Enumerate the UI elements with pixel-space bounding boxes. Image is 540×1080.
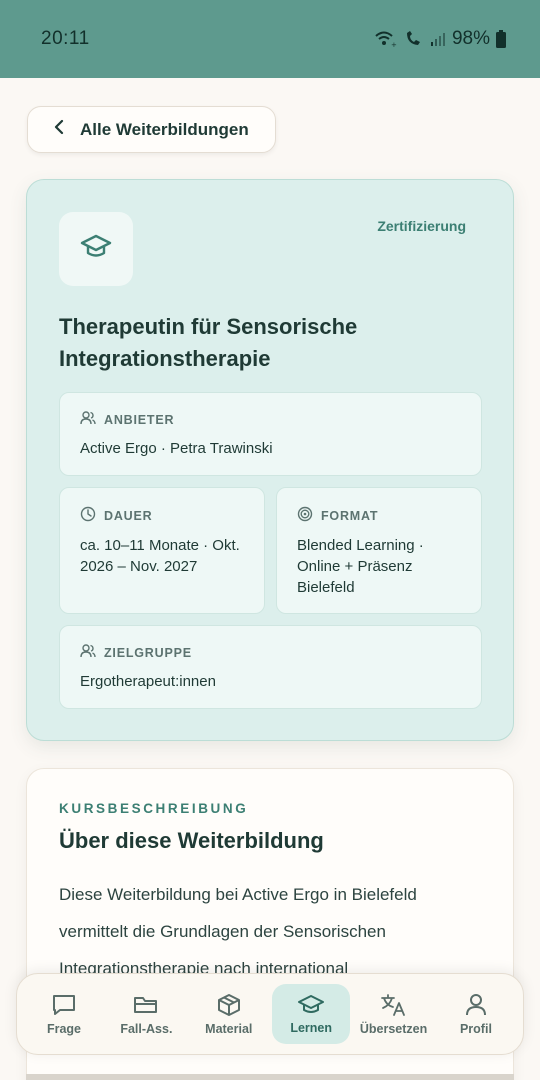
provider-label: ANBIETER — [104, 412, 175, 427]
nav-label: Fall-Ass. — [120, 1021, 173, 1036]
users-icon — [80, 644, 96, 661]
nav-label: Material — [205, 1021, 253, 1036]
duration-label: DAUER — [104, 508, 153, 523]
clock-icon — [80, 506, 96, 525]
description-text: Diese Weiterbildung bei Active Ergo in B… — [59, 885, 417, 978]
course-title: Therapeutin für Sensorische Integrations… — [59, 314, 358, 371]
chevron-left-icon — [54, 119, 64, 140]
format-value: Blended Learning · Online + Präsenz Biel… — [297, 537, 424, 596]
nav-item-fall-ass[interactable]: Fall-Ass. — [107, 984, 185, 1044]
provider-box: ANBIETER Active Ergo · Petra Trawinski — [59, 392, 482, 476]
provider-value: Active Ergo · Petra Trawinski — [80, 440, 273, 457]
box-icon — [216, 993, 242, 1017]
description-eyebrow: KURSBESCHREIBUNG — [59, 801, 249, 816]
bottom-nav: Frage Fall-Ass. Material Lernen Übersetz… — [16, 973, 524, 1055]
battery-icon — [496, 30, 506, 48]
users-icon — [80, 411, 96, 428]
audience-label: ZIELGRUPPE — [104, 645, 192, 660]
folder-icon — [133, 993, 159, 1017]
description-heading: Über diese Weiterbildung — [59, 828, 324, 853]
status-time: 20:11 — [41, 28, 90, 49]
nav-label: Frage — [46, 1021, 82, 1036]
target-icon — [297, 506, 313, 525]
course-card: Zertifizierung Therapeutin für Sensorisc… — [26, 179, 514, 741]
status-icons: + 98% — [374, 28, 506, 50]
nav-label: Profil — [459, 1021, 492, 1036]
nav-item-frage[interactable]: Frage — [25, 984, 103, 1044]
chat-icon — [51, 993, 77, 1017]
status-bar: 20:11 + 98% — [0, 0, 540, 78]
translate-icon — [380, 993, 408, 1017]
back-button-label: Alle Weiterbildungen — [80, 119, 249, 139]
svg-text:+: + — [391, 41, 397, 48]
phone-call-icon — [404, 30, 424, 48]
nav-label: Übersetzen — [359, 1021, 428, 1036]
course-icon — [59, 212, 133, 286]
format-label: FORMAT — [321, 508, 379, 523]
battery-text: 98% — [451, 28, 490, 49]
nav-item-profil[interactable]: Profil — [437, 984, 515, 1044]
course-category: Zertifizierung — [377, 218, 466, 234]
graduation-cap-icon — [297, 994, 325, 1016]
back-button[interactable]: Alle Weiterbildungen — [27, 106, 276, 153]
nav-item-lernen[interactable]: Lernen — [272, 984, 351, 1044]
graduation-cap-icon — [80, 234, 112, 265]
wifi-call-icon: + — [374, 30, 398, 48]
duration-value: ca. 10–11 Monate · Okt. 2026 – Nov. 2027 — [80, 537, 240, 575]
nav-label: Lernen — [290, 1020, 333, 1035]
user-icon — [463, 993, 489, 1017]
content-edge — [26, 1074, 514, 1080]
signal-icon — [430, 31, 446, 47]
duration-box: DAUER ca. 10–11 Monate · Okt. 2026 – Nov… — [59, 487, 265, 614]
nav-item-material[interactable]: Material — [190, 984, 268, 1044]
audience-value: Ergotherapeut:innen — [80, 673, 216, 690]
audience-box: ZIELGRUPPE Ergotherapeut:innen — [59, 625, 482, 709]
nav-item-uebersetzen[interactable]: Übersetzen — [355, 984, 433, 1044]
format-box: FORMAT Blended Learning · Online + Präse… — [276, 487, 482, 614]
